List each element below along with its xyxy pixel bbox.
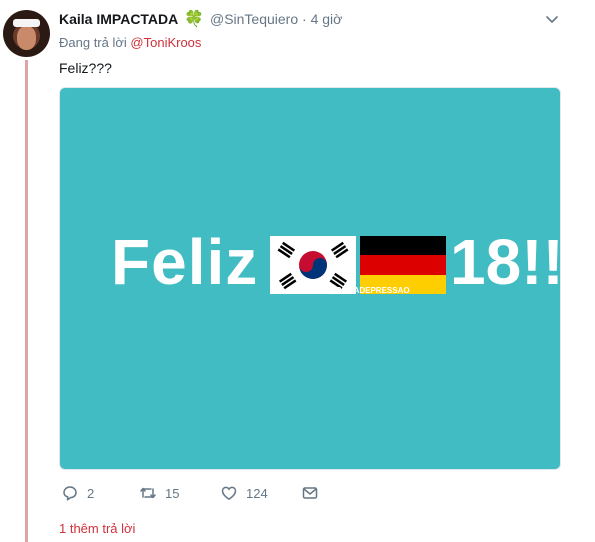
display-name[interactable]: Kaila IMPACTADA (59, 11, 178, 27)
tweet-actions: 2 15 124 (59, 484, 359, 506)
like-count: 124 (246, 485, 268, 501)
flag-stripe-black (360, 236, 446, 256)
media-text-left: Feliz (111, 226, 259, 298)
timestamp[interactable]: 4 giờ (311, 11, 343, 27)
user-handle[interactable]: @SinTequiero (210, 11, 298, 27)
avatar-headband (13, 19, 40, 27)
direct-message-button[interactable] (301, 484, 319, 502)
reply-button[interactable]: 2 (61, 484, 94, 502)
reply-mention-link[interactable]: @ToniKroos (130, 35, 201, 50)
reply-icon (63, 486, 77, 501)
envelope-icon (302, 487, 318, 499)
reply-count: 2 (87, 485, 95, 501)
thread-line (25, 60, 28, 542)
retweet-button[interactable]: 15 (139, 484, 179, 502)
clover-icon: 🍀 (184, 11, 205, 28)
like-button[interactable]: 124 (220, 484, 268, 502)
image-watermark: @RGDADEPRESSAO (328, 286, 410, 295)
show-more-replies-link[interactable]: 1 thêm trả lời (59, 521, 135, 536)
tweet-media-image[interactable]: Feliz @RGDADEPRESSAO 18!! (59, 87, 561, 470)
separator-dot: · (302, 11, 307, 27)
avatar[interactable] (3, 10, 50, 57)
tweet-text: Feliz??? (59, 60, 112, 76)
avatar-face (17, 26, 36, 50)
retweet-icon (140, 487, 156, 499)
tweet-header: Kaila IMPACTADA 🍀 @SinTequiero · 4 giờ (59, 10, 342, 29)
chevron-down-icon[interactable] (545, 13, 559, 27)
retweet-count: 15 (165, 485, 180, 501)
reply-prefix: Đang trả lời (59, 35, 127, 50)
heart-icon (221, 486, 237, 500)
reply-context: Đang trả lời @ToniKroos (59, 35, 201, 50)
media-text-right: 18!! (450, 226, 561, 298)
flag-stripe-red (360, 255, 446, 275)
